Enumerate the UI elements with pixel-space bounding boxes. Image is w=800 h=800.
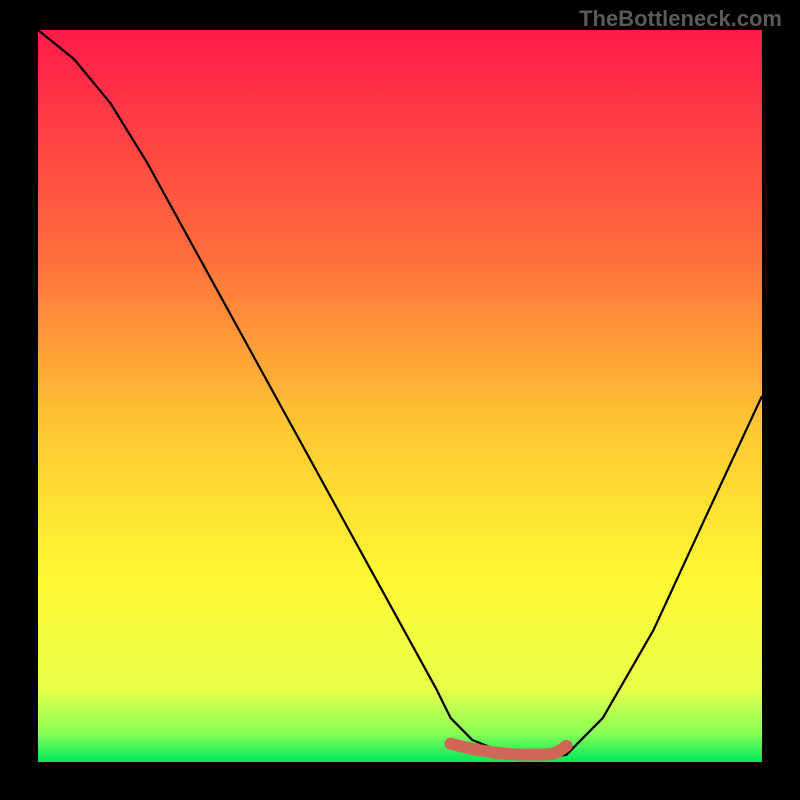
chart-svg bbox=[38, 30, 762, 762]
optimal-marker-start-dot bbox=[445, 738, 457, 750]
chart-plot-area bbox=[38, 30, 762, 762]
chart-background bbox=[38, 30, 762, 762]
attribution-text: TheBottleneck.com bbox=[579, 6, 782, 32]
